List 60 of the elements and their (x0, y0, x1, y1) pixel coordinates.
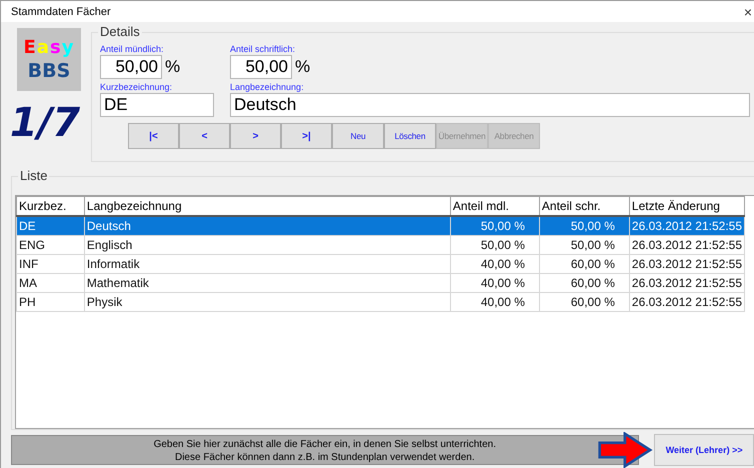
hint-message: Geben Sie hier zunächst alle die Fächer ein, in denen Sie selbst unterrichten. Diese Fächer können dann z.B. im Stundenplan verwendet werden. (11, 435, 639, 465)
table-cell: 50,00 % (539, 216, 630, 236)
action-button[interactable]: Löschen (384, 123, 436, 149)
field-label: Anteil mündlich: (100, 43, 165, 55)
next-button[interactable]: Weiter (Lehrer) >> (654, 434, 754, 466)
logo-word: Easy (24, 37, 74, 58)
record-counter: 1/7 (8, 99, 82, 148)
table-cell: 26.03.2012 21:52:55 (629, 236, 744, 254)
table-cell: 26.03.2012 21:52:55 (629, 216, 744, 236)
table-cell: 26.03.2012 21:52:55 (629, 254, 744, 274)
column-header[interactable]: Langbezeichnung (84, 196, 450, 216)
navigation-button[interactable]: < (179, 123, 230, 149)
table-cell: 40,00 % (450, 274, 540, 292)
table-cell: 60,00 % (539, 254, 630, 274)
input-field[interactable]: 50,00 (100, 55, 162, 79)
table-row[interactable]: MA Mathematik 40,00 % 60,00 % 26.03.2012 21:52:55 (16, 274, 744, 292)
navigation-button[interactable]: >| (281, 123, 332, 149)
input-field[interactable]: Deutsch (230, 93, 750, 117)
table-cell: 60,00 % (539, 274, 630, 292)
table-row[interactable]: DE Deutsch 50,00 % 50,00 % 26.03.2012 21:52:55 (16, 216, 744, 236)
column-header[interactable]: Anteil mdl. (450, 196, 540, 216)
table-cell: MA (16, 274, 84, 292)
table-cell: 40,00 % (450, 254, 540, 274)
column-header[interactable]: Kurzbez. (16, 196, 84, 216)
table-row[interactable]: PH Physik 40,00 % 60,00 % 26.03.2012 21:52:55 (16, 292, 744, 312)
table-cell: 50,00 % (450, 216, 540, 236)
group-title: Details (98, 24, 142, 39)
table-cell: INF (16, 254, 84, 274)
table-cell: 60,00 % (539, 292, 630, 312)
field-label: Anteil schriftlich: (230, 43, 296, 55)
table-cell: Informatik (84, 254, 450, 274)
navigation-button[interactable]: |< (128, 123, 179, 149)
unit-label: % (165, 57, 180, 77)
table-cell: 26.03.2012 21:52:55 (629, 274, 744, 292)
table-cell: Mathematik (84, 274, 450, 292)
table-cell: 50,00 % (450, 236, 540, 254)
table-cell: 50,00 % (539, 236, 630, 254)
close-button[interactable]: × (744, 4, 754, 20)
window-title: Stammdaten Fächer (11, 6, 111, 18)
table-cell: PH (16, 292, 84, 312)
table-cell: ENG (16, 236, 84, 254)
table-cell: 26.03.2012 21:52:55 (629, 292, 744, 312)
table-cell: 40,00 % (450, 292, 540, 312)
logo-subtitle: BBS (28, 60, 70, 82)
table-cell: Deutsch (84, 216, 450, 236)
input-field[interactable]: 50,00 (230, 55, 292, 79)
input-field[interactable]: DE (100, 93, 214, 117)
table-row[interactable]: ENG Englisch 50,00 % 50,00 % 26.03.2012 21:52:55 (16, 236, 744, 254)
group-title: Liste (18, 168, 50, 183)
action-button[interactable]: Neu (332, 123, 384, 149)
column-header[interactable]: Letzte Änderung (629, 196, 744, 216)
field-label: Kurzbezeichnung: (100, 81, 174, 93)
table-cell: Englisch (84, 236, 450, 254)
column-header[interactable]: Anteil schr. (539, 196, 630, 216)
table-row[interactable]: INF Informatik 40,00 % 60,00 % 26.03.2012 21:52:55 (16, 254, 744, 274)
navigation-button[interactable]: > (230, 123, 281, 149)
field-label: Langbezeichnung: (230, 81, 305, 93)
table-cell: Physik (84, 292, 450, 312)
unit-label: % (295, 57, 310, 77)
table-cell: DE (16, 216, 84, 236)
